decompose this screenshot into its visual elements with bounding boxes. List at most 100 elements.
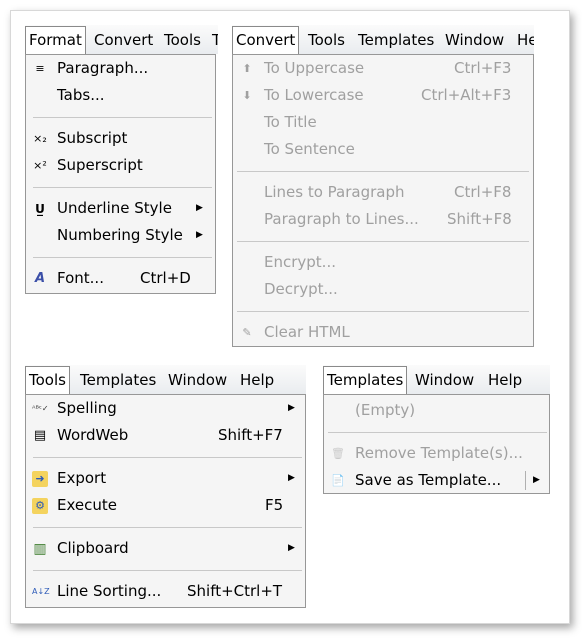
menu-separator <box>33 457 302 458</box>
menu-item-save-as-template[interactable]: 📄 Save as Template... ▶ <box>324 467 549 494</box>
menu-item-decrypt[interactable]: Decrypt... <box>233 276 533 303</box>
menu-item-shortcut: Shift+F8 <box>447 210 512 228</box>
menubar-help[interactable]: Help <box>240 369 274 391</box>
wordweb-book-icon: ▤ <box>33 428 47 443</box>
menu-item-shortcut: Ctrl+Alt+F3 <box>421 86 512 104</box>
menu-item-label: Paragraph to Lines... <box>264 210 419 228</box>
menubar-window[interactable]: Window <box>168 369 227 391</box>
menu-item-label: Line Sorting... <box>57 582 162 600</box>
menu-item-label: Remove Template(s)... <box>355 444 523 462</box>
menu-item-label: Execute <box>57 496 117 514</box>
submenu-arrow-icon: ▶ <box>533 475 540 485</box>
menu-item-spelling[interactable]: ᴬᴮᶜ✓ Spelling ▶ <box>26 395 305 422</box>
menubar-tools[interactable]: Tools <box>308 29 345 51</box>
menu-item-underline-style[interactable]: U̲ Underline Style ▶ <box>26 195 215 222</box>
menu-item-label: To Lowercase <box>264 86 364 104</box>
menubar-tools[interactable]: Tools <box>25 366 70 394</box>
menu-item-shortcut: Ctrl+D <box>140 269 191 287</box>
clipboard-icon: ▥ <box>33 541 47 557</box>
uppercase-arrow-icon: ⬆ <box>242 62 252 75</box>
submenu-arrow-icon: ▶ <box>288 403 295 413</box>
menubar-window[interactable]: Window <box>415 369 474 391</box>
menu-separator <box>237 171 529 172</box>
menu-item-wordweb[interactable]: ▤ WordWeb Shift+F7 <box>26 422 305 449</box>
menu-separator <box>33 187 212 188</box>
execute-icon: ⚙ <box>32 498 48 514</box>
template-page-icon: 📄 <box>331 474 345 487</box>
menu-item-label: Clear HTML <box>264 323 350 341</box>
menu-item-remove-templates[interactable]: 🗑 Remove Template(s)... <box>324 440 549 467</box>
menu-item-label: Numbering Style <box>57 226 183 244</box>
convert-dropdown: ⬆ To Uppercase Ctrl+F3 ⬇ To Lowercase Ct… <box>232 54 534 347</box>
menu-item-label: Decrypt... <box>264 280 338 298</box>
menu-item-paragraph[interactable]: ≡ Paragraph... <box>26 55 215 82</box>
menubar-format[interactable]: Format <box>25 26 86 54</box>
spell-check-icon: ᴬᴮᶜ✓ <box>32 404 49 413</box>
export-icon: ➜ <box>32 471 48 487</box>
menu-item-empty[interactable]: (Empty) <box>324 397 549 424</box>
submenu-arrow-icon: ▶ <box>288 473 295 483</box>
menu-separator <box>237 241 529 242</box>
menu-item-to-uppercase[interactable]: ⬆ To Uppercase Ctrl+F3 <box>233 55 533 82</box>
menu-item-to-title[interactable]: To Title <box>233 109 533 136</box>
menubar-window[interactable]: Window <box>445 29 504 51</box>
menu-item-shortcut: Shift+Ctrl+T <box>187 582 283 600</box>
menu-item-font[interactable]: A Font... Ctrl+D <box>26 265 215 292</box>
submenu-arrow-icon: ▶ <box>288 543 295 553</box>
menu-item-label: To Uppercase <box>264 59 365 77</box>
menu-item-label: Underline Style <box>57 199 172 217</box>
menu-item-numbering-style[interactable]: Numbering Style ▶ <box>26 222 215 249</box>
menu-item-label: Lines to Paragraph <box>264 183 405 201</box>
menubar-templates[interactable]: Templates <box>358 29 434 51</box>
format-dropdown: ≡ Paragraph... Tabs... ×₂ Subscript ×² S… <box>25 54 216 294</box>
menu-item-execute[interactable]: ⚙ Execute F5 <box>26 492 305 519</box>
menu-item-encrypt[interactable]: Encrypt... <box>233 249 533 276</box>
menu-item-label: To Title <box>264 113 317 131</box>
menu-item-label: Spelling <box>57 399 117 417</box>
menu-item-to-sentence[interactable]: To Sentence <box>233 136 533 163</box>
menu-separator <box>33 570 302 571</box>
templates-menu: Templates Window Help (Empty) 🗑 Remove T… <box>323 365 550 495</box>
menu-item-tabs[interactable]: Tabs... <box>26 82 215 109</box>
menu-item-label: To Sentence <box>264 140 355 158</box>
menubar-help[interactable]: Help <box>488 369 522 391</box>
menu-separator <box>33 527 302 528</box>
menu-separator <box>237 311 529 312</box>
menu-item-subscript[interactable]: ×₂ Subscript <box>26 125 215 152</box>
menu-item-label: Superscript <box>57 156 143 174</box>
font-icon: A <box>34 271 46 286</box>
menubar-tools[interactable]: Tools <box>164 29 201 51</box>
menu-item-line-sorting[interactable]: A↓Z Line Sorting... Shift+Ctrl+T <box>26 578 305 605</box>
subscript-icon: ×₂ <box>33 132 47 145</box>
menu-item-export[interactable]: ➜ Export ▶ <box>26 465 305 492</box>
menu-separator <box>33 117 212 118</box>
menu-item-shortcut: Shift+F7 <box>218 426 283 444</box>
menu-item-to-lowercase[interactable]: ⬇ To Lowercase Ctrl+Alt+F3 <box>233 82 533 109</box>
superscript-icon: ×² <box>33 159 47 172</box>
menubar-templates-clipped[interactable]: T <box>212 29 218 51</box>
menu-item-superscript[interactable]: ×² Superscript <box>26 152 215 179</box>
menu-item-shortcut: F5 <box>265 496 284 514</box>
menubar-templates[interactable]: Templates <box>323 366 408 394</box>
menu-item-label: Font... <box>57 269 104 287</box>
tools-menubar: Tools Templates Window Help <box>25 365 306 394</box>
menu-item-paragraph-to-lines[interactable]: Paragraph to Lines... Shift+F8 <box>233 206 533 233</box>
menubar-convert[interactable]: Convert <box>94 29 153 51</box>
menu-item-clear-html[interactable]: ✎ Clear HTML <box>233 319 533 346</box>
menu-item-label: Tabs... <box>57 86 105 104</box>
trash-icon: 🗑 <box>331 447 345 460</box>
tools-dropdown: ᴬᴮᶜ✓ Spelling ▶ ▤ WordWeb Shift+F7 ➜ Exp… <box>25 394 306 608</box>
menu-item-lines-to-paragraph[interactable]: Lines to Paragraph Ctrl+F8 <box>233 179 533 206</box>
format-menu: Format Convert Tools T ≡ Paragraph... Ta… <box>25 25 218 295</box>
menu-item-clipboard[interactable]: ▥ Clipboard ▶ <box>26 535 305 562</box>
lowercase-arrow-icon: ⬇ <box>242 89 252 102</box>
menu-item-label: Paragraph... <box>57 59 149 77</box>
sort-az-icon: A↓Z <box>32 587 50 596</box>
menubar-help-clipped[interactable]: He <box>517 29 534 51</box>
menu-item-label: (Empty) <box>355 401 416 419</box>
menu-item-label: WordWeb <box>57 426 129 444</box>
menubar-convert[interactable]: Convert <box>232 26 300 54</box>
convert-menu: Convert Tools Templates Window He ⬆ To U… <box>232 25 534 347</box>
menubar-templates[interactable]: Templates <box>80 369 156 391</box>
split-divider <box>525 471 526 490</box>
